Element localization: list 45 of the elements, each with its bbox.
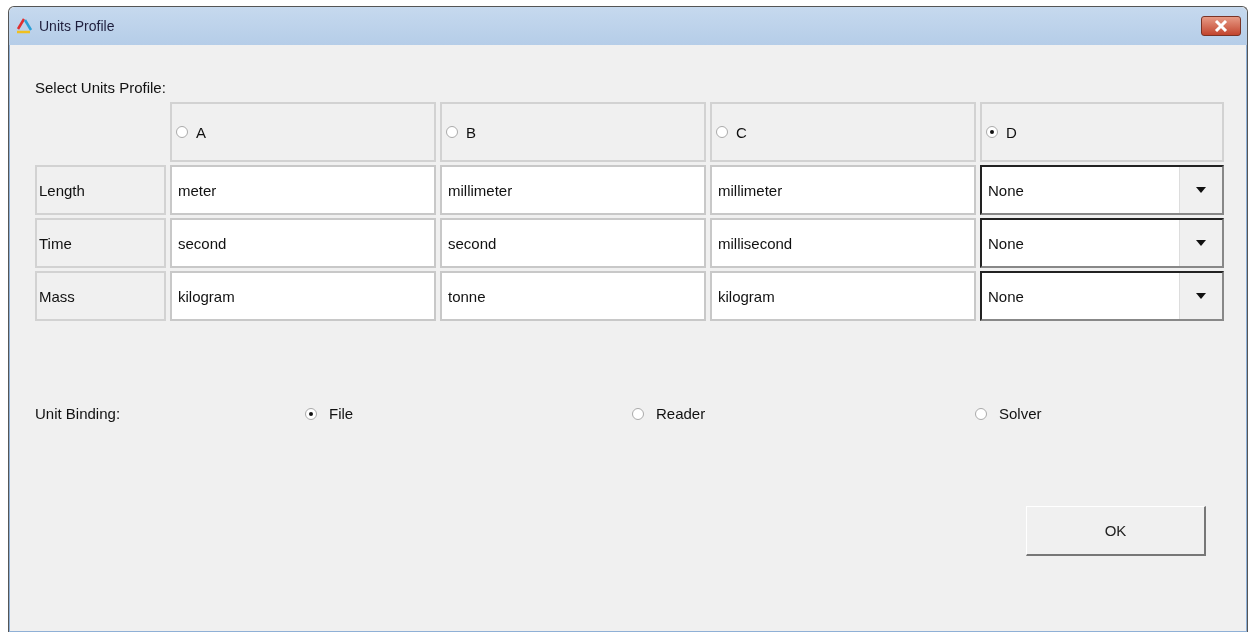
dropdown-button[interactable] bbox=[1179, 220, 1222, 266]
profile-radio[interactable]: C bbox=[710, 102, 976, 162]
unit-field[interactable]: millimeter bbox=[710, 165, 976, 215]
unit-field[interactable]: second bbox=[440, 218, 706, 268]
profile-radio[interactable]: B bbox=[440, 102, 706, 162]
radio-label: D bbox=[1006, 123, 1017, 141]
radio-label: Reader bbox=[656, 405, 706, 422]
unit-dropdown[interactable]: None bbox=[980, 218, 1224, 268]
caret-icon bbox=[1196, 293, 1206, 299]
row-label: Mass bbox=[35, 271, 166, 321]
binding-radio[interactable]: File bbox=[305, 405, 632, 422]
dropdown-button[interactable] bbox=[1179, 273, 1222, 319]
close-icon bbox=[1214, 20, 1228, 32]
ok-button[interactable]: OK bbox=[1026, 506, 1206, 556]
radio-label: A bbox=[196, 123, 206, 141]
binding-radio[interactable]: Solver bbox=[975, 405, 1042, 422]
dropdown-button[interactable] bbox=[1179, 167, 1222, 213]
close-button[interactable] bbox=[1201, 16, 1241, 36]
profile-radio[interactable]: D bbox=[980, 102, 1224, 162]
radio-label: File bbox=[329, 405, 354, 422]
radio-label: B bbox=[466, 123, 476, 141]
binding-radio[interactable]: Reader bbox=[632, 405, 975, 422]
unit-field[interactable]: kilogram bbox=[170, 271, 436, 321]
radio-label: C bbox=[736, 123, 747, 141]
unit-field[interactable]: second bbox=[170, 218, 436, 268]
window-title: Units Profile bbox=[39, 18, 116, 34]
unit-field[interactable]: tonne bbox=[440, 271, 706, 321]
profile-radio[interactable]: A bbox=[170, 102, 436, 162]
radio-label: Solver bbox=[999, 405, 1042, 422]
dropdown-value: None bbox=[988, 181, 1025, 199]
binding-label: Unit Binding: bbox=[35, 405, 122, 422]
row-label: Time bbox=[35, 218, 166, 268]
unit-field[interactable]: millimeter bbox=[440, 165, 706, 215]
dropdown-value: None bbox=[988, 234, 1025, 252]
unit-dropdown[interactable]: None bbox=[980, 271, 1224, 321]
unit-field[interactable]: millisecond bbox=[710, 218, 976, 268]
caret-icon bbox=[1196, 240, 1206, 246]
row-label: Length bbox=[35, 165, 166, 215]
unit-dropdown[interactable]: None bbox=[980, 165, 1224, 215]
triangle-logo-icon bbox=[15, 17, 33, 35]
dropdown-value: None bbox=[988, 287, 1025, 305]
unit-field[interactable]: meter bbox=[170, 165, 436, 215]
unit-field[interactable]: kilogram bbox=[710, 271, 976, 321]
section-label: Select Units Profile: bbox=[35, 79, 167, 96]
caret-icon bbox=[1196, 187, 1206, 193]
